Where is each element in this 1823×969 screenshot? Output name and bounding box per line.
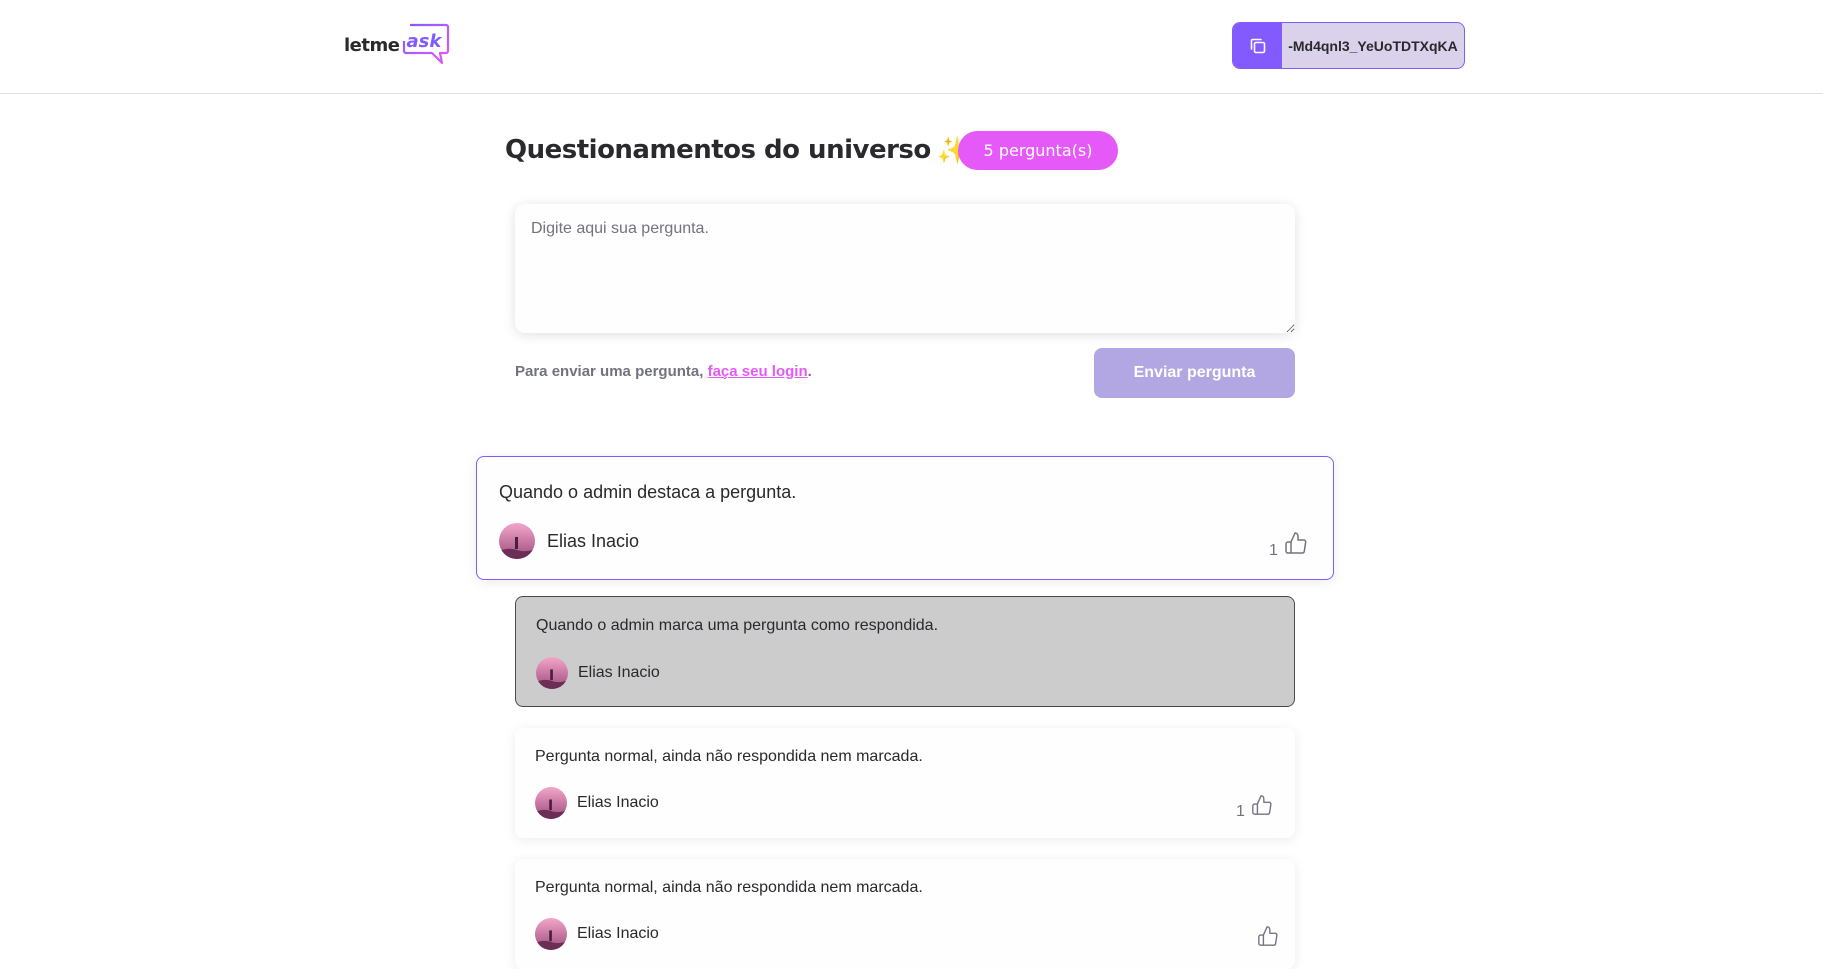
like-button[interactable]: 1 xyxy=(1236,794,1273,821)
login-link[interactable]: faça seu login xyxy=(708,363,808,380)
like-count: 1 xyxy=(1269,542,1278,559)
question-content: Quando o admin marca uma pergunta como r… xyxy=(536,617,939,634)
like-count: 1 xyxy=(1236,803,1245,820)
login-hint-prefix: Para enviar uma pergunta, xyxy=(515,363,708,380)
question-author: Elias Inacio xyxy=(535,787,659,819)
author-name: Elias Inacio xyxy=(577,925,659,942)
question-card: Quando o admin destaca a pergunta. Elias… xyxy=(476,456,1334,580)
thumbs-up-icon xyxy=(1284,531,1308,560)
logo-speech-bubble-icon: ask xyxy=(402,23,450,67)
page-title: Questionamentos do universo xyxy=(505,135,931,165)
avatar xyxy=(535,918,567,950)
question-card: Quando o admin marca uma pergunta como r… xyxy=(515,596,1295,707)
like-button[interactable]: 1 xyxy=(1269,531,1308,560)
question-card: Pergunta normal, ainda não respondida ne… xyxy=(515,728,1295,838)
author-name: Elias Inacio xyxy=(547,530,640,551)
question-card: Pergunta normal, ainda não respondida ne… xyxy=(515,859,1295,969)
author-name: Elias Inacio xyxy=(577,794,659,811)
author-name: Elias Inacio xyxy=(578,664,660,681)
thumbs-up-icon xyxy=(1251,794,1273,821)
send-question-button[interactable]: Enviar pergunta xyxy=(1094,348,1295,398)
top-header: letme ask -Md4qnl3_YeUoTDTXqKA xyxy=(0,0,1823,94)
copy-room-code-button[interactable]: -Md4qnl3_YeUoTDTXqKA xyxy=(1232,22,1465,69)
copy-icon xyxy=(1233,23,1282,68)
room-code-label: -Md4qnl3_YeUoTDTXqKA xyxy=(1288,37,1458,54)
question-author: Elias Inacio xyxy=(535,918,659,950)
like-button[interactable] xyxy=(1251,925,1279,952)
logo-accent-text: ask xyxy=(406,31,442,52)
logo-text: letme xyxy=(344,34,400,56)
thumbs-up-icon xyxy=(1257,925,1279,952)
avatar xyxy=(535,787,567,819)
question-author: Elias Inacio xyxy=(499,523,639,559)
question-author: Elias Inacio xyxy=(536,657,660,689)
question-count-badge: 5 pergunta(s) xyxy=(958,131,1118,170)
letmeask-logo[interactable]: letme ask xyxy=(344,22,450,68)
question-content: Quando o admin destaca a pergunta. xyxy=(499,482,797,502)
question-content: Pergunta normal, ainda não respondida ne… xyxy=(535,748,923,765)
room-title-row: Questionamentos do universo ✨ xyxy=(505,130,969,170)
login-hint: Para enviar uma pergunta, faça seu login… xyxy=(515,363,812,380)
question-input[interactable] xyxy=(515,204,1295,333)
question-content: Pergunta normal, ainda não respondida ne… xyxy=(535,879,923,896)
login-hint-suffix: . xyxy=(807,363,812,380)
avatar xyxy=(536,657,568,689)
avatar xyxy=(499,523,535,559)
